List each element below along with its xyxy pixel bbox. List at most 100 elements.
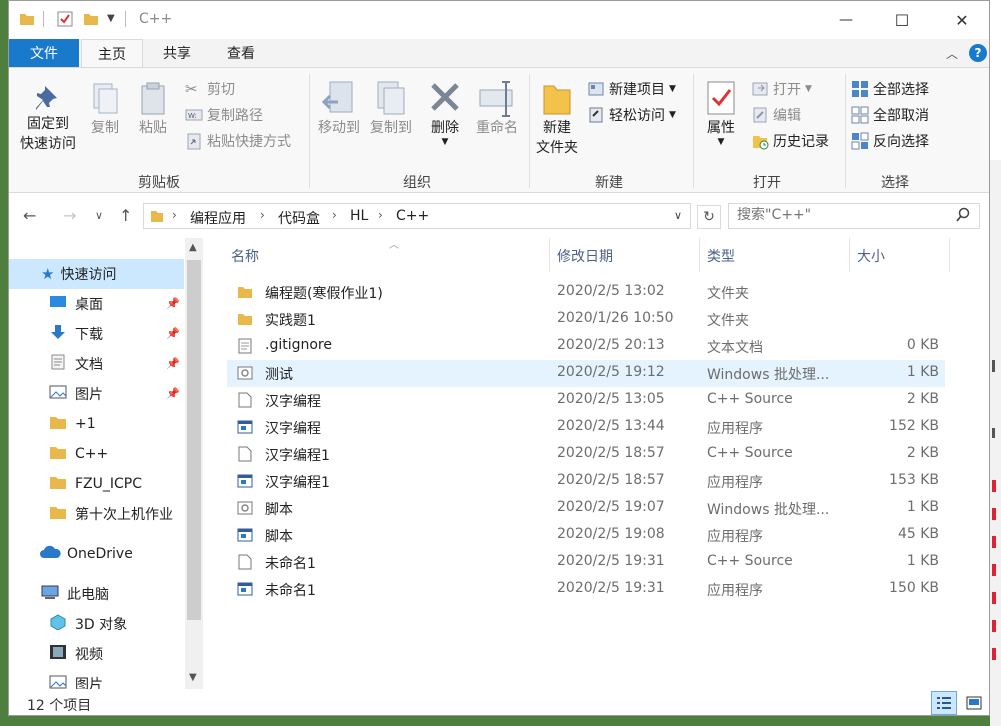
breadcrumb-separator-icon[interactable]: ›	[260, 208, 265, 222]
file-row[interactable]: 未命名1 2020/2/5 19:31 C++ Source 1 KB	[227, 549, 945, 576]
refresh-icon[interactable]: ↻	[697, 205, 721, 229]
copy-path-label: 复制路径	[207, 108, 263, 124]
nav-item-this-pc[interactable]: 此电脑	[9, 579, 184, 609]
recent-locations-chevron-icon[interactable]: ∨	[95, 209, 103, 222]
column-separator[interactable]	[699, 238, 700, 272]
minimize-button[interactable]: —	[823, 1, 869, 39]
nav-item-3d-objects[interactable]: 3D 对象	[9, 609, 184, 639]
nav-item-folder-plus1[interactable]: +1	[9, 409, 184, 439]
breadcrumb-separator-icon[interactable]: ›	[332, 208, 337, 222]
column-header-size[interactable]: 大小	[857, 238, 951, 274]
file-row[interactable]: 汉字编程1 2020/2/5 18:57 应用程序 153 KB	[227, 468, 945, 495]
nav-item-quick-access[interactable]: ★ 快速访问	[9, 259, 184, 289]
breadcrumb-item[interactable]: 代码盒	[278, 208, 320, 228]
new-item-button[interactable]: 新建项目 ▼	[587, 79, 676, 99]
delete-dropdown-icon[interactable]: ▼	[442, 138, 449, 147]
file-row[interactable]: 汉字编程 2020/2/5 13:44 应用程序 152 KB	[227, 414, 945, 441]
file-row[interactable]: 脚本 2020/2/5 19:07 Windows 批处理... 1 KB	[227, 495, 945, 522]
close-button[interactable]: ✕	[939, 1, 985, 39]
column-separator[interactable]	[949, 238, 950, 272]
nav-item-documents[interactable]: 文档 📌	[9, 349, 184, 379]
tab-view[interactable]: 查看	[211, 39, 271, 67]
nav-item-videos[interactable]: 视频	[9, 639, 184, 669]
copy-button[interactable]: 复制	[85, 82, 125, 138]
invert-selection-button[interactable]: 反向选择	[851, 131, 929, 151]
nav-item-onedrive[interactable]: OneDrive	[9, 539, 184, 569]
file-row[interactable]: .gitignore 2020/2/5 20:13 文本文档 0 KB	[227, 333, 945, 360]
paste-shortcut-button[interactable]: 粘贴快捷方式	[185, 131, 291, 151]
pin-icon: 📌	[166, 387, 180, 400]
copy-to-button[interactable]: 复制到	[365, 80, 417, 138]
folder-icon	[19, 11, 35, 31]
new-folder-label-line2: 文件夹	[536, 140, 578, 156]
tab-home[interactable]: 主页	[81, 39, 143, 67]
nav-item-folder-cpp[interactable]: C++	[9, 439, 184, 469]
address-bar[interactable]: › 编程应用 › 代码盒 › HL › C++ ∨	[143, 203, 691, 229]
breadcrumb-item[interactable]: 编程应用	[190, 208, 246, 228]
column-header-type[interactable]: 类型	[707, 238, 847, 274]
delete-button[interactable]: 删除 ▼	[425, 80, 465, 147]
help-icon[interactable]: ?	[969, 44, 987, 62]
back-arrow-icon[interactable]: ←	[23, 206, 36, 225]
file-row[interactable]: 未命名1 2020/2/5 19:31 应用程序 150 KB	[227, 576, 945, 603]
nav-item-desktop[interactable]: 桌面 📌	[9, 289, 184, 319]
nav-item-folder-fzu-icpc[interactable]: FZU_ICPC	[9, 469, 184, 499]
new-item-dropdown-icon: ▼	[669, 84, 676, 94]
large-icons-view-icon[interactable]	[961, 691, 987, 715]
history-button[interactable]: 历史记录	[751, 131, 829, 151]
easy-access-button[interactable]: 轻松访问 ▼	[587, 105, 676, 125]
nav-item-folder-homework[interactable]: 第十次上机作业	[9, 499, 184, 529]
properties-button[interactable]: 属性 ▼	[701, 80, 741, 147]
collapse-ribbon-icon[interactable]: ︿	[946, 45, 958, 62]
copy-path-button[interactable]: W: 复制路径	[185, 105, 263, 125]
file-row[interactable]: 编程题(寒假作业1) 2020/2/5 13:02 文件夹	[227, 279, 945, 306]
column-header-name[interactable]: 名称	[231, 238, 549, 274]
new-folder-button[interactable]: 新建 文件夹	[535, 80, 579, 158]
pin-to-quick-access-button[interactable]: 固定到 快速访问	[15, 82, 81, 154]
search-input[interactable]	[737, 207, 947, 223]
address-dropdown-icon[interactable]: ∨	[674, 209, 682, 222]
file-row[interactable]: 实践题1 2020/1/26 10:50 文件夹	[227, 306, 945, 333]
select-all-button[interactable]: 全部选择	[851, 79, 929, 99]
file-type: C++ Source	[707, 445, 793, 461]
rename-button[interactable]: 重命名	[471, 80, 523, 138]
file-type: 应用程序	[707, 475, 763, 491]
breadcrumb-separator-icon[interactable]: ›	[172, 208, 177, 222]
edit-button[interactable]: 编辑	[751, 105, 801, 125]
scroll-up-icon[interactable]: ▲	[189, 242, 197, 253]
navigation-scrollbar[interactable]: ▲ ▼	[185, 238, 203, 689]
column-header-date[interactable]: 修改日期	[557, 238, 697, 274]
details-view-icon[interactable]	[931, 691, 957, 715]
cut-button[interactable]: ✂ 剪切	[185, 79, 235, 99]
tab-share[interactable]: 共享	[147, 39, 207, 67]
maximize-button[interactable]: ☐	[879, 1, 925, 39]
move-to-button[interactable]: 移动到	[313, 80, 365, 138]
tab-file[interactable]: 文件	[9, 39, 79, 67]
properties-quick-icon[interactable]	[57, 11, 73, 31]
scroll-down-icon[interactable]: ▼	[189, 672, 197, 683]
file-row[interactable]: 汉字编程1 2020/2/5 18:57 C++ Source 2 KB	[227, 441, 945, 468]
nav-item-pictures[interactable]: 图片 📌	[9, 379, 184, 409]
file-name: 实践题1	[265, 313, 316, 329]
forward-arrow-icon[interactable]: →	[63, 206, 76, 225]
file-row[interactable]: 测试 2020/2/5 19:12 Windows 批处理... 1 KB	[227, 360, 945, 387]
breadcrumb-item[interactable]: C++	[396, 208, 429, 224]
column-separator[interactable]	[549, 238, 550, 272]
select-none-button[interactable]: 全部取消	[851, 105, 929, 125]
column-separator[interactable]	[849, 238, 850, 272]
paste-button[interactable]: 粘贴	[133, 82, 173, 138]
properties-dropdown-icon[interactable]: ▼	[718, 138, 725, 147]
open-button[interactable]: 打开 ▼	[751, 79, 812, 99]
file-row[interactable]: 脚本 2020/2/5 19:08 应用程序 45 KB	[227, 522, 945, 549]
file-name: 未命名1	[265, 556, 316, 572]
quick-access-dropdown-icon[interactable]: ▼	[107, 13, 115, 24]
search-icon[interactable]	[955, 207, 971, 227]
nav-item-downloads[interactable]: 下载 📌	[9, 319, 184, 349]
scrollbar-thumb[interactable]	[187, 260, 201, 620]
breadcrumb-item[interactable]: HL	[350, 208, 368, 224]
search-box[interactable]	[728, 203, 980, 229]
up-arrow-icon[interactable]: ↑	[119, 206, 132, 225]
breadcrumb-separator-icon[interactable]: ›	[378, 208, 383, 222]
new-folder-quick-icon[interactable]	[83, 11, 99, 31]
file-row[interactable]: 汉字编程 2020/2/5 13:05 C++ Source 2 KB	[227, 387, 945, 414]
